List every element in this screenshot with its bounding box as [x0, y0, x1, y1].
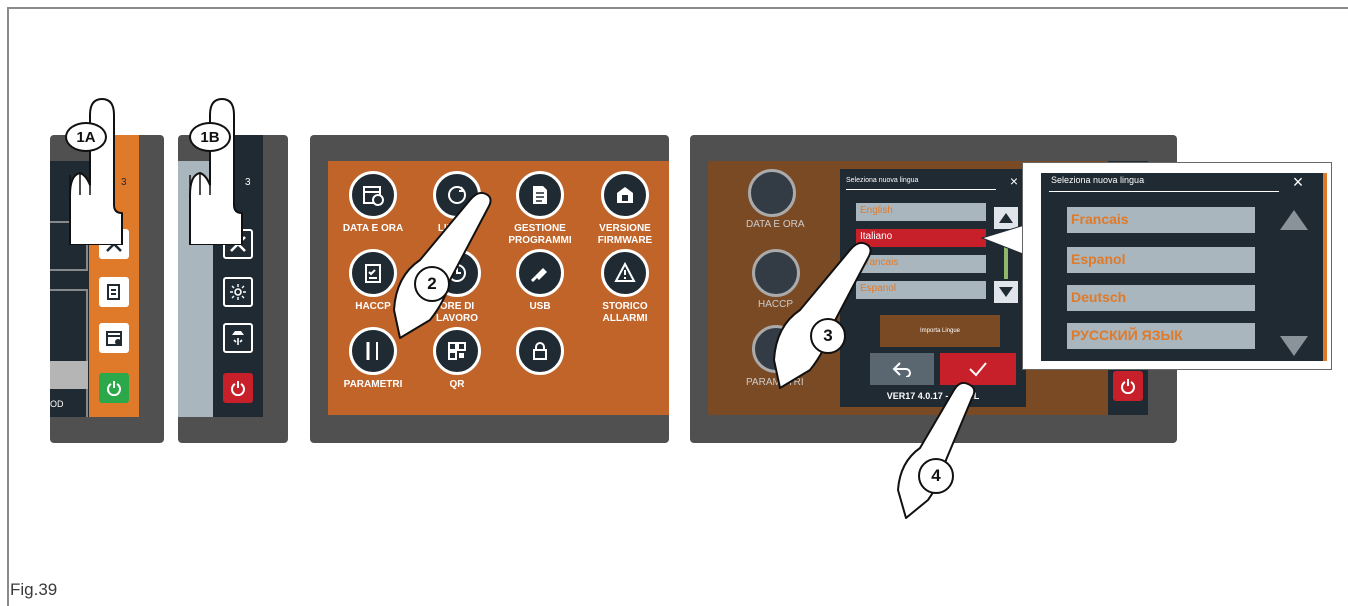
power-icon	[107, 381, 121, 396]
step-1b-callout: 1B	[189, 122, 231, 152]
zoom-right-bar	[1323, 173, 1327, 361]
language-zoom-inset: Seleziona nuova lingua × Francais Espano…	[1022, 162, 1332, 370]
menu-tile-gestione[interactable]: GESTIONE PROGRAMMI	[501, 171, 579, 247]
zoom-close-button[interactable]: ×	[1283, 173, 1313, 193]
power-button-green[interactable]	[99, 373, 129, 403]
hand-pointer-icon-4	[897, 381, 976, 519]
back-arrow-icon	[892, 362, 911, 377]
calendar-button[interactable]	[99, 323, 129, 353]
zoom-close-icon: ×	[1292, 172, 1304, 192]
hand-pointer-icon-1a	[69, 98, 123, 245]
zoom-arrow-down-icon[interactable]	[1279, 335, 1309, 357]
power-icon	[231, 381, 245, 396]
screen-1a-box-bottom	[50, 289, 88, 417]
power-button-red[interactable]	[223, 373, 253, 403]
step-4-callout: 4	[918, 458, 954, 494]
menu-label-usb: USB	[529, 301, 551, 312]
step-4-label: 4	[931, 466, 941, 485]
zoom-option-0[interactable]: Francais	[1067, 207, 1255, 233]
menu-label-versione: VERSIONE FIRMWARE	[586, 223, 664, 247]
zoom-arrow-up-icon[interactable]	[1279, 209, 1309, 231]
hand-pointer-icon-2	[393, 191, 492, 339]
lang-option-0[interactable]: English	[856, 203, 986, 221]
zoom-option-1[interactable]: Espanol	[1067, 247, 1255, 273]
clipboard-check-icon	[365, 264, 381, 283]
menu-label-gestione-line1: GESTIONE	[514, 223, 566, 234]
lock-icon	[533, 342, 547, 360]
menu-label-gestione-line2: PROGRAMMI	[508, 235, 572, 246]
menu-label-qr: QR	[449, 379, 465, 390]
zoom-option-2[interactable]: Deutsch	[1067, 285, 1255, 311]
menu-label-parametri: PARAMETRI	[343, 379, 403, 390]
step-2-callout: 2	[414, 266, 450, 302]
hand-pointer-icon-1b	[189, 98, 243, 245]
menu-tile-storico[interactable]: STORICO ALLARMI	[586, 249, 664, 325]
menu-label-storico-line2: ALLARMI	[602, 313, 648, 324]
zoom-screen: Seleziona nuova lingua × Francais Espano…	[1041, 173, 1323, 361]
lamp-icon	[230, 284, 246, 300]
close-icon: ×	[1009, 173, 1019, 189]
hood-light-icon	[232, 331, 244, 345]
light-button[interactable]	[223, 277, 253, 307]
dialog-title: Seleziona nuova lingua	[846, 177, 919, 184]
screen-1a-od-label: OD	[50, 399, 64, 409]
step-2-label: 2	[427, 274, 437, 293]
import-languages-button[interactable]: Importa Lingue	[880, 315, 1000, 347]
step-1b-label: 1B	[200, 128, 220, 146]
calendar-icon	[106, 331, 122, 346]
menu-tile-lock[interactable]	[501, 327, 579, 375]
menu-label-storico-line1: STORICO	[602, 301, 648, 312]
step-1a-callout: 1A	[65, 122, 107, 152]
step-3-callout: 3	[810, 318, 846, 354]
warning-icon	[614, 261, 636, 282]
step-3-label: 3	[823, 326, 833, 345]
zoom-title-underline	[1049, 191, 1279, 192]
document-icon	[533, 186, 547, 204]
figure-caption: Fig.39	[10, 580, 58, 599]
zoom-option-3[interactable]: РУССКИЙ ЯЗЫК	[1067, 323, 1255, 349]
dialog-title-underline	[846, 189, 996, 190]
hood-light-button[interactable]	[223, 323, 253, 353]
scroll-down-button[interactable]	[994, 281, 1018, 303]
menu-label-versione-line2: FIRMWARE	[597, 235, 653, 246]
menu-tile-versione[interactable]: VERSIONE FIRMWARE	[586, 171, 664, 247]
qr-icon	[448, 342, 466, 360]
power-icon	[1121, 379, 1135, 394]
bg-calendar-icon	[748, 169, 796, 217]
edit-button[interactable]	[99, 277, 129, 307]
menu-label-versione-line1: VERSIONE	[599, 223, 651, 234]
hand-pointer-icon-3	[773, 241, 872, 389]
menu-label-storico: STORICO ALLARMI	[586, 301, 664, 325]
edit-icon	[107, 284, 120, 300]
bg-power-button[interactable]	[1113, 371, 1143, 401]
zoom-title: Seleziona nuova lingua	[1051, 175, 1145, 185]
menu-tile-usb[interactable]: USB	[501, 249, 579, 313]
menu-label-gestione: GESTIONE PROGRAMMI	[501, 223, 579, 247]
usb-icon	[530, 268, 547, 283]
wrench-icon	[366, 342, 378, 360]
calendar-clock-icon	[363, 186, 384, 206]
arrow-down-icon	[999, 287, 1013, 297]
bg-label-data-ora: DATA E ORA	[746, 219, 805, 230]
step-1a-label: 1A	[76, 128, 96, 146]
import-languages-label: Importa Lingue	[919, 328, 961, 334]
firmware-icon	[617, 187, 633, 203]
screen-1a-gray-key[interactable]	[50, 361, 88, 389]
checkmark-icon	[969, 362, 987, 377]
